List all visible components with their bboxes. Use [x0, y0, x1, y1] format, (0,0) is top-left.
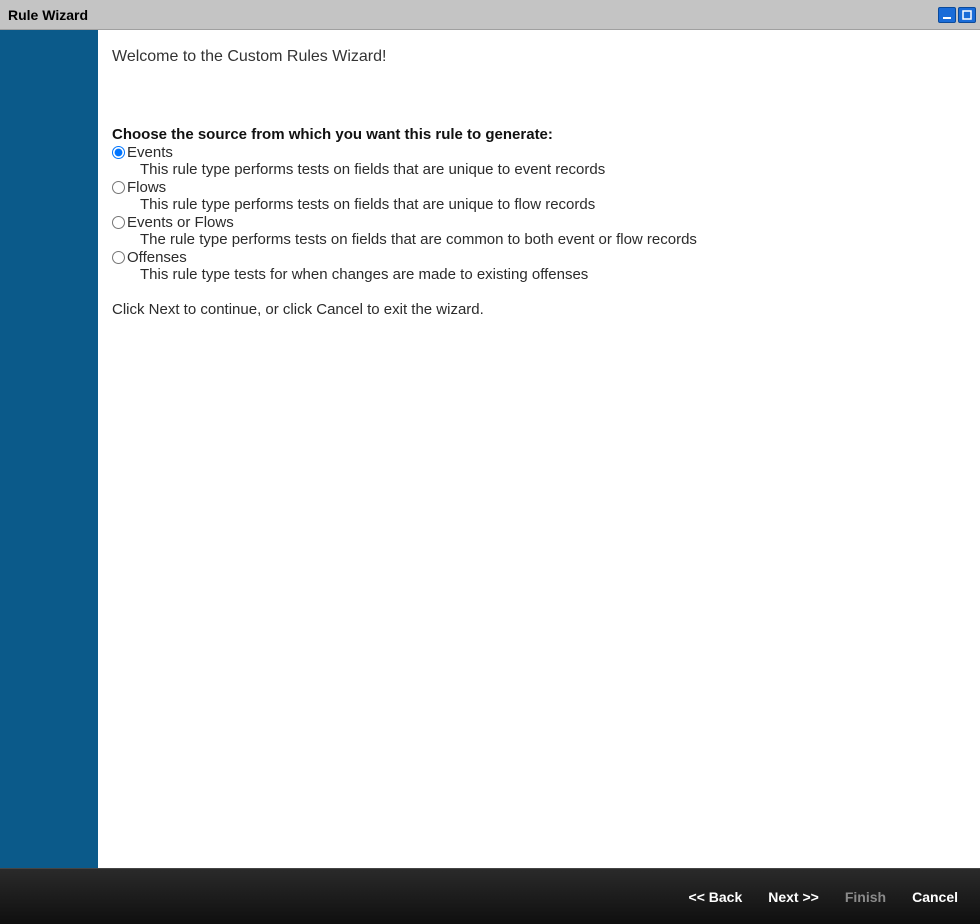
wizard-sidebar [0, 30, 98, 868]
next-button[interactable]: Next >> [768, 889, 819, 905]
maximize-button[interactable] [958, 7, 976, 23]
continue-text: Click Next to continue, or click Cancel … [112, 301, 968, 318]
option-events-or-flows[interactable]: Events or Flows [112, 214, 968, 231]
welcome-text: Welcome to the Custom Rules Wizard! [112, 48, 968, 66]
label-offenses: Offenses [127, 249, 187, 266]
radio-flows[interactable] [112, 181, 125, 194]
wizard-content: Welcome to the Custom Rules Wizard! Choo… [98, 30, 980, 868]
desc-events-or-flows: The rule type performs tests on fields t… [112, 231, 968, 248]
cancel-button[interactable]: Cancel [912, 889, 958, 905]
label-events: Events [127, 144, 173, 161]
minimize-icon [942, 10, 952, 20]
instruction-text: Choose the source from which you want th… [112, 126, 968, 143]
desc-events: This rule type performs tests on fields … [112, 161, 968, 178]
radio-events-or-flows[interactable] [112, 216, 125, 229]
option-events[interactable]: Events [112, 144, 968, 161]
maximize-icon [962, 10, 972, 20]
label-flows: Flows [127, 179, 166, 196]
finish-button: Finish [845, 889, 886, 905]
option-offenses[interactable]: Offenses [112, 249, 968, 266]
option-flows[interactable]: Flows [112, 179, 968, 196]
wizard-footer: << Back Next >> Finish Cancel [0, 868, 980, 924]
label-events-or-flows: Events or Flows [127, 214, 234, 231]
desc-offenses: This rule type tests for when changes ar… [112, 266, 968, 283]
desc-flows: This rule type performs tests on fields … [112, 196, 968, 213]
window-controls [938, 7, 976, 23]
window-title: Rule Wizard [8, 7, 88, 23]
title-bar: Rule Wizard [0, 0, 980, 30]
radio-events[interactable] [112, 146, 125, 159]
radio-offenses[interactable] [112, 251, 125, 264]
main-area: Welcome to the Custom Rules Wizard! Choo… [0, 30, 980, 868]
minimize-button[interactable] [938, 7, 956, 23]
back-button[interactable]: << Back [689, 889, 743, 905]
